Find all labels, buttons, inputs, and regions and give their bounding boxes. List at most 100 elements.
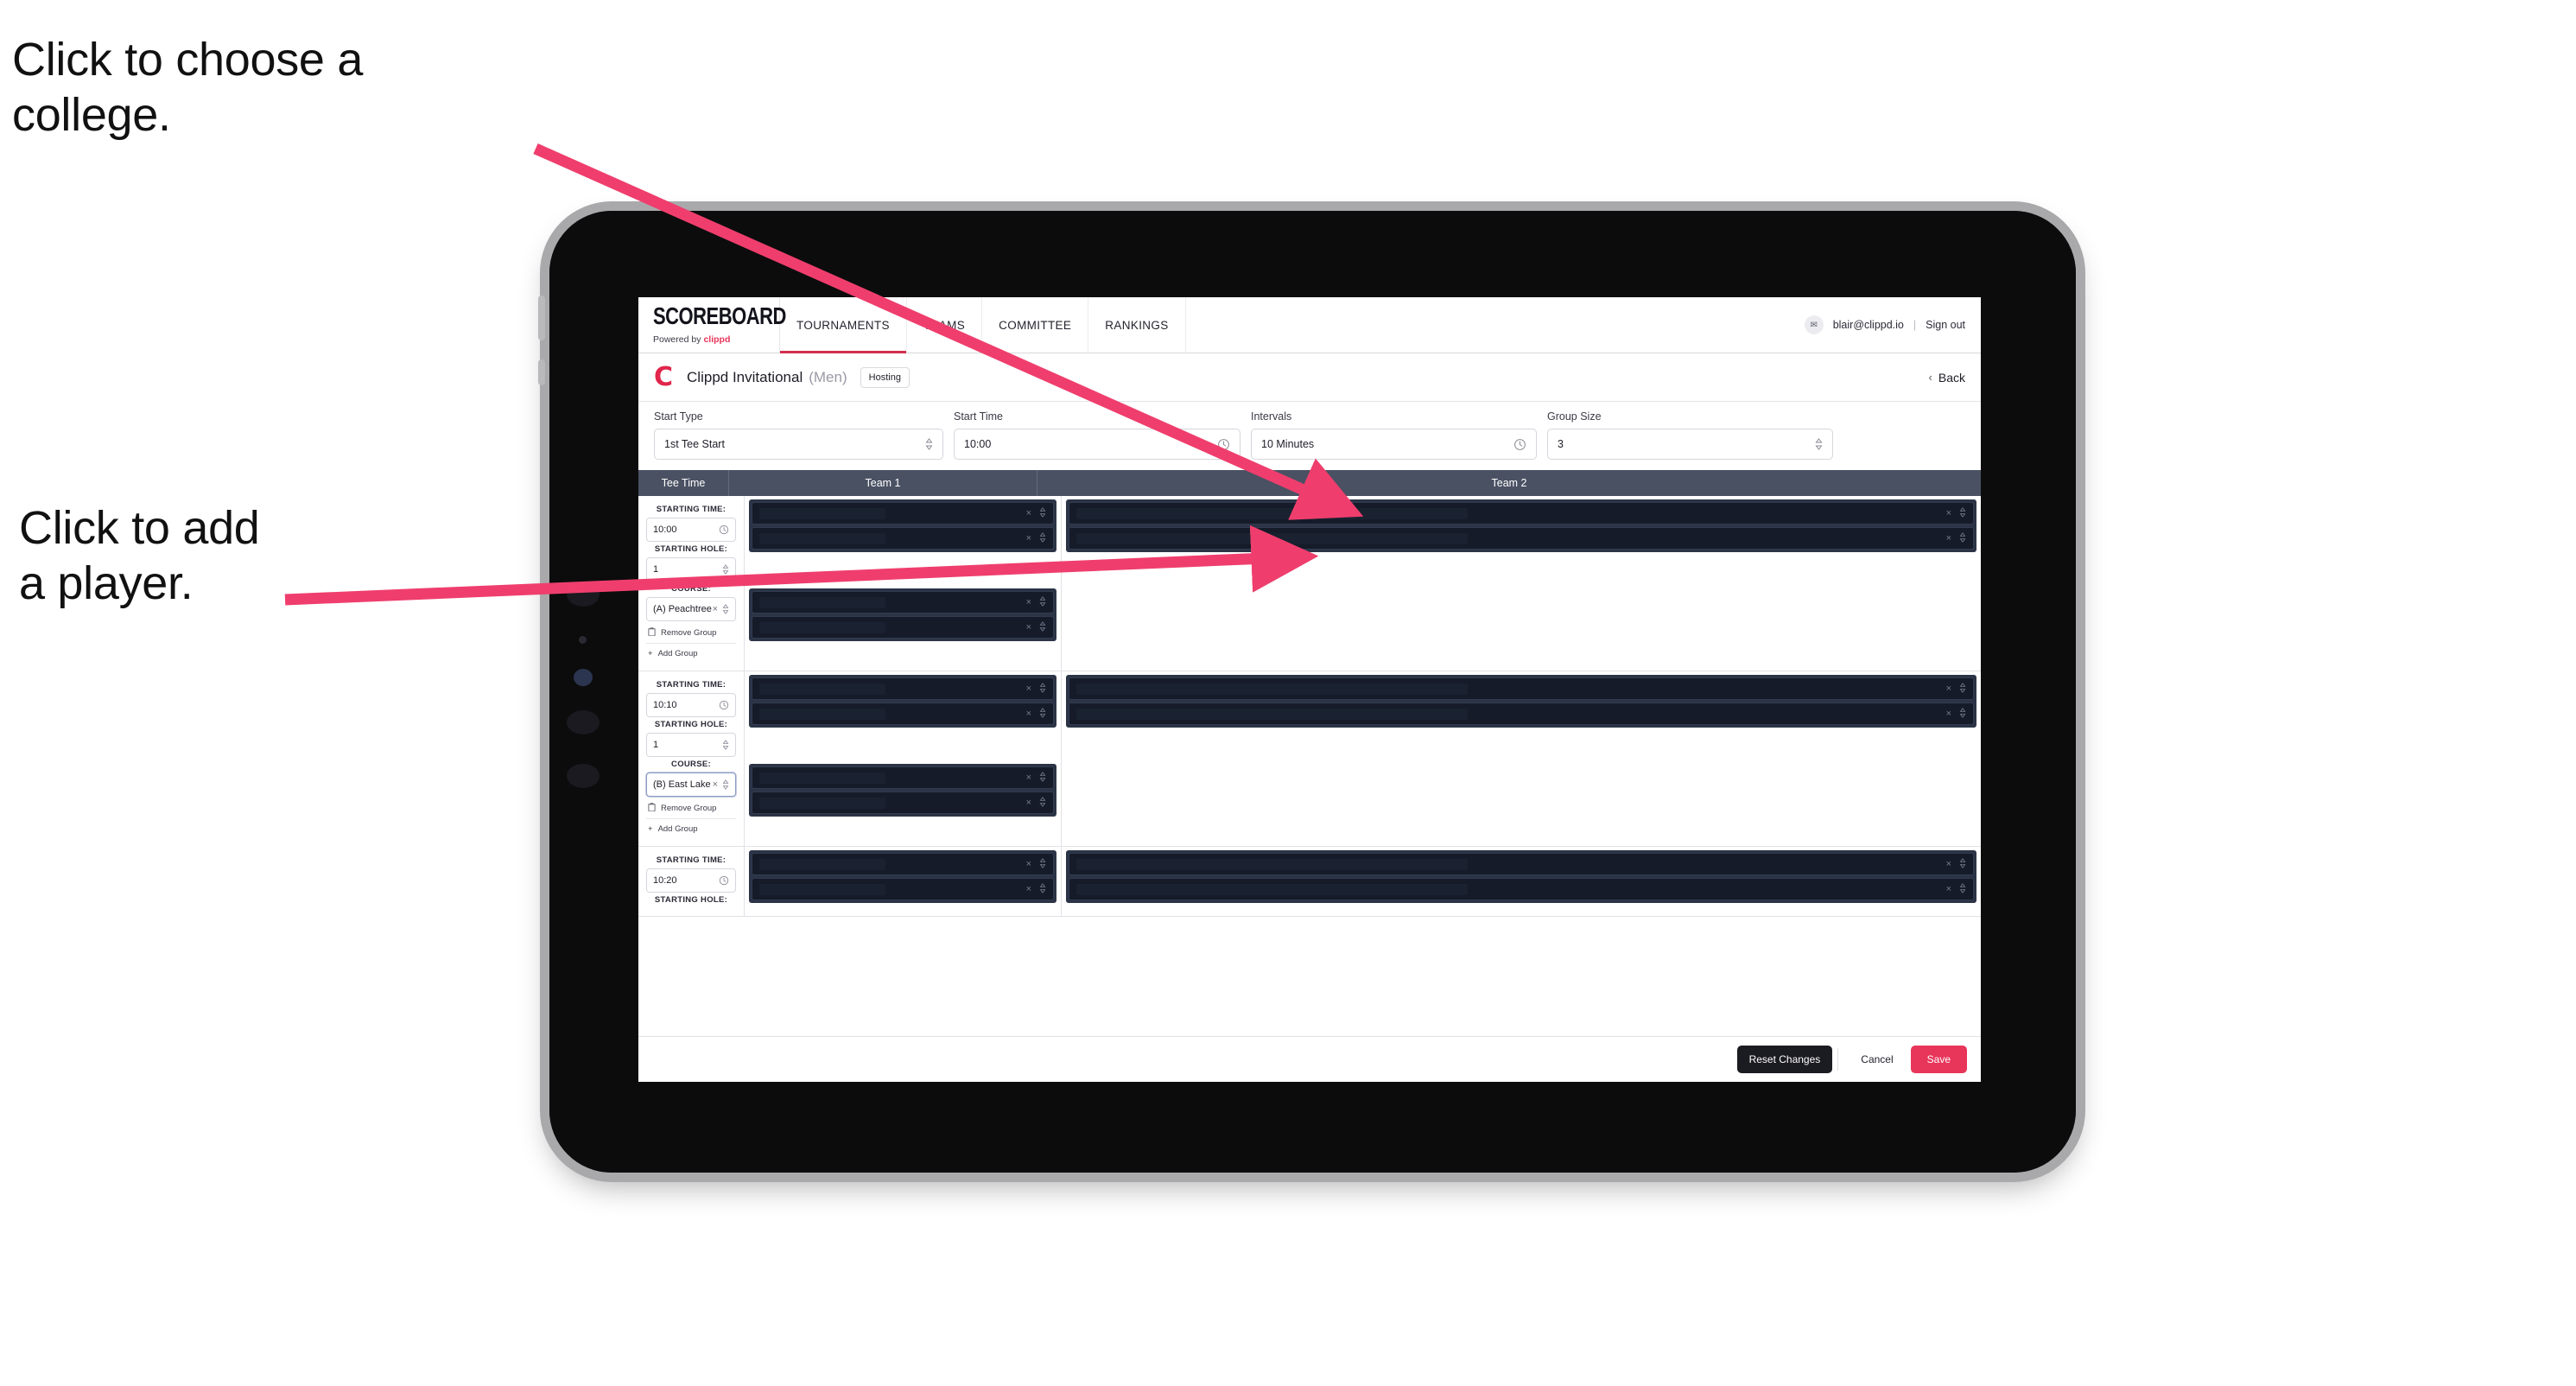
start-time-input[interactable]: 10:00: [954, 429, 1240, 460]
stepper-icon[interactable]: [1039, 506, 1046, 520]
start-type-select[interactable]: 1st Tee Start: [654, 429, 943, 460]
player-select[interactable]: ×: [752, 502, 1054, 525]
volume-down-button[interactable]: [538, 359, 545, 385]
clock-icon[interactable]: [719, 525, 729, 535]
starting-time-input[interactable]: 10:00: [646, 518, 736, 542]
player-select[interactable]: ×: [752, 853, 1054, 875]
player-select[interactable]: ×: [752, 878, 1054, 900]
clear-icon[interactable]: ×: [1026, 859, 1031, 869]
clear-icon[interactable]: ×: [1946, 709, 1951, 719]
brand-logo[interactable]: SCOREBOARD Powered by clippd: [638, 297, 786, 353]
stepper-icon[interactable]: [1959, 531, 1966, 545]
clear-icon[interactable]: ×: [1026, 709, 1031, 719]
stepper-icon[interactable]: [1039, 707, 1046, 721]
clear-icon[interactable]: ×: [713, 779, 718, 790]
clock-icon[interactable]: [1217, 438, 1230, 451]
clear-icon[interactable]: ×: [1946, 683, 1951, 694]
clear-icon[interactable]: ×: [1026, 884, 1031, 894]
player-select[interactable]: ×: [752, 792, 1054, 814]
player-select[interactable]: ×: [752, 616, 1054, 639]
player-select[interactable]: ×: [1069, 502, 1974, 525]
player-select[interactable]: ×: [1069, 878, 1974, 900]
clear-icon[interactable]: ×: [1946, 859, 1951, 869]
player-group: × ×: [749, 588, 1056, 641]
stepper-icon[interactable]: [1039, 771, 1046, 785]
control-intervals: Intervals 10 Minutes: [1251, 410, 1537, 460]
reset-changes-button[interactable]: Reset Changes: [1736, 1046, 1833, 1073]
nav-item-rankings[interactable]: RANKINGS: [1088, 297, 1186, 353]
clear-icon[interactable]: ×: [1946, 884, 1951, 894]
player-select[interactable]: ×: [1069, 853, 1974, 875]
nav-item-committee[interactable]: COMMITTEE: [982, 297, 1089, 353]
player-row-icons: ×: [1026, 771, 1046, 785]
course-select[interactable]: (A) Peachtree GC ×: [646, 597, 736, 621]
table-header-row: Tee Time Team 1 Team 2: [638, 470, 1981, 496]
stepper-icon[interactable]: [1959, 857, 1966, 871]
brand-title: SCOREBOARD: [653, 302, 786, 329]
stepper-icon[interactable]: [1959, 707, 1966, 721]
team-1-cell: × ×: [745, 496, 1062, 671]
player-select[interactable]: ×: [752, 591, 1054, 614]
control-group-size-label: Group Size: [1547, 410, 1602, 423]
starting-hole-select[interactable]: 1: [646, 557, 736, 582]
starting-time-input[interactable]: 10:10: [646, 693, 736, 717]
save-button[interactable]: Save: [1910, 1046, 1967, 1073]
add-group-button[interactable]: + Add Group: [646, 819, 736, 838]
group-size-select[interactable]: 3: [1547, 429, 1833, 460]
stepper-icon[interactable]: [1959, 682, 1966, 696]
intervals-value: 10 Minutes: [1261, 438, 1315, 450]
clear-icon[interactable]: ×: [1026, 798, 1031, 808]
player-group: × ×: [1066, 850, 1976, 903]
player-select[interactable]: ×: [752, 703, 1054, 725]
player-select[interactable]: ×: [1069, 677, 1974, 700]
clear-icon[interactable]: ×: [713, 604, 718, 614]
course-select[interactable]: (B) East Lake GC ×: [646, 772, 736, 797]
stepper-icon[interactable]: [1039, 531, 1046, 545]
stepper-icon[interactable]: [1039, 682, 1046, 696]
starting-time-input[interactable]: 10:20: [646, 868, 736, 893]
player-select[interactable]: ×: [752, 677, 1054, 700]
clear-icon[interactable]: ×: [1026, 683, 1031, 694]
starting-hole-label: STARTING HOLE:: [654, 720, 728, 729]
player-select[interactable]: ×: [1069, 703, 1974, 725]
intervals-input[interactable]: 10 Minutes: [1251, 429, 1537, 460]
player-select[interactable]: ×: [1069, 527, 1974, 550]
clock-icon[interactable]: [719, 875, 729, 886]
remove-group-button[interactable]: Remove Group: [646, 797, 736, 819]
nav-item-teams[interactable]: TEAMS: [907, 297, 983, 353]
volume-up-button[interactable]: [538, 296, 545, 340]
avatar-icon[interactable]: ✉: [1804, 315, 1824, 334]
remove-group-button[interactable]: Remove Group: [646, 621, 736, 644]
stepper-icon[interactable]: [1959, 882, 1966, 896]
starting-time-label: STARTING TIME:: [656, 855, 726, 865]
clear-icon[interactable]: ×: [1946, 508, 1951, 518]
add-group-button[interactable]: + Add Group: [646, 644, 736, 663]
clear-icon[interactable]: ×: [1946, 533, 1951, 544]
clear-icon[interactable]: ×: [1026, 597, 1031, 607]
plus-icon: +: [648, 824, 653, 834]
clock-icon[interactable]: [1513, 438, 1526, 451]
stepper-icon[interactable]: [1039, 882, 1046, 896]
back-button[interactable]: ‹ Back: [1929, 371, 1965, 385]
cancel-button[interactable]: Cancel: [1849, 1046, 1905, 1073]
clock-icon[interactable]: [719, 700, 729, 710]
clear-icon[interactable]: ×: [1026, 772, 1031, 783]
starting-hole-select[interactable]: 1: [646, 733, 736, 757]
player-select[interactable]: ×: [752, 527, 1054, 550]
team-2-cell: × ×: [1062, 671, 1981, 846]
player-select[interactable]: ×: [752, 766, 1054, 789]
stepper-icon[interactable]: [1039, 857, 1046, 871]
stepper-icon[interactable]: [1039, 796, 1046, 810]
clear-icon[interactable]: ×: [1026, 622, 1031, 633]
clear-icon[interactable]: ×: [1026, 508, 1031, 518]
stepper-icon[interactable]: [1039, 595, 1046, 609]
stepper-icon[interactable]: [1959, 506, 1966, 520]
tee-time-cell: STARTING TIME: 10:10 STARTING HOLE: 1 CO…: [638, 671, 745, 846]
stepper-icon[interactable]: [1039, 620, 1046, 634]
bezel-speaker-dot: [567, 582, 600, 607]
clear-icon[interactable]: ×: [1026, 533, 1031, 544]
sign-out-link[interactable]: Sign out: [1926, 319, 1965, 331]
nav-items: TOURNAMENTS TEAMS COMMITTEE RANKINGS: [780, 297, 1186, 353]
player-row-icons: ×: [1946, 531, 1966, 545]
nav-item-tournaments[interactable]: TOURNAMENTS: [780, 297, 907, 353]
